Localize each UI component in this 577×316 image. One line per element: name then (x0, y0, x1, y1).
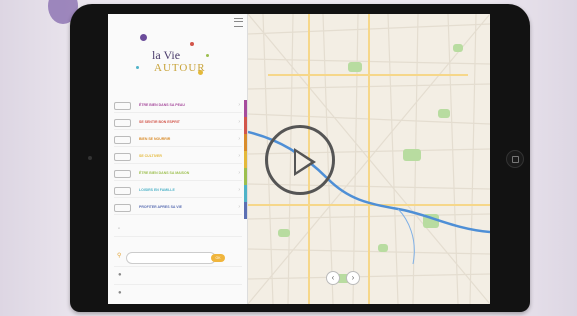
chevron-right-icon: › (238, 102, 240, 108)
home-button[interactable] (506, 150, 524, 168)
category-color-strip (244, 100, 247, 117)
info-icon[interactable]: ● (118, 290, 122, 296)
logo-dot (190, 42, 194, 46)
category-color-strip (244, 168, 247, 185)
chevron-right-icon: › (238, 119, 240, 125)
chevron-right-icon: › (238, 187, 240, 193)
divider (114, 163, 242, 164)
divider (114, 236, 242, 237)
item-icon (114, 153, 131, 161)
logo-dot (206, 54, 209, 57)
map-next-button[interactable]: › (346, 271, 360, 285)
sidebar-item-label: ÊTRE BIEN DANS SA MAISON (139, 171, 190, 175)
search-input[interactable]: OK (126, 252, 225, 264)
sidebar-item-label: SE SENTIR BON ESPRIT (139, 120, 180, 124)
search-icon: ⚲ (117, 253, 122, 259)
sidebar-item-label: BIEN SE NOURRIR (139, 137, 171, 141)
category-color-strip (244, 202, 247, 219)
chevron-right-icon: › (238, 170, 240, 176)
divider (114, 197, 242, 198)
home-icon (512, 156, 519, 163)
category-color-strip (244, 185, 247, 202)
category-color-strip (244, 134, 247, 151)
category-color-strip (244, 151, 247, 168)
sidebar-item-label: SE CULTIVER (139, 154, 162, 158)
video-play-button[interactable] (265, 125, 335, 195)
map-view[interactable]: ‹ › (248, 14, 490, 304)
logo-dot (140, 34, 147, 41)
item-icon (114, 119, 131, 127)
item-icon (114, 170, 131, 178)
play-icon (294, 148, 316, 176)
sidebar-item-label: LOISIRS EN FAMILLE (139, 188, 175, 192)
sidebar-item-label: PROFITER APRES SA VIE (139, 205, 182, 209)
category-color-strip (244, 117, 247, 134)
logo-subtitle: AUTOUR (154, 62, 206, 74)
logo-dot (136, 66, 139, 69)
map-prev-button[interactable]: ‹ (326, 271, 340, 285)
sidebar-item-nourrir[interactable]: BIEN SE NOURRIR › (114, 134, 242, 144)
sidebar-item-etre-bien[interactable]: ÊTRE BIEN DANS SA PEAU › (114, 100, 242, 110)
app-logo: la Vie AUTOUR (130, 28, 225, 88)
chevron-right-icon: › (238, 204, 240, 210)
tablet-frame: la Vie AUTOUR ÊTRE BIEN DANS SA PEAU › S… (70, 4, 530, 312)
sidebar-item-cultiver[interactable]: SE CULTIVER › (114, 151, 242, 161)
sidebar-item-loisirs[interactable]: LOISIRS EN FAMILLE › (114, 185, 242, 195)
pin-icon: ◦ (118, 226, 121, 232)
sidebar-item-label: ÊTRE BIEN DANS SA PEAU (139, 103, 185, 107)
item-icon (114, 187, 131, 195)
camera-icon (88, 156, 92, 160)
logo-title: la Vie (152, 48, 181, 62)
divider (114, 112, 242, 113)
menu-icon[interactable] (234, 18, 243, 27)
chevron-right-icon: › (238, 153, 240, 159)
search-button[interactable]: OK (211, 254, 225, 262)
divider (114, 214, 242, 215)
divider (114, 284, 242, 285)
divider (114, 266, 242, 267)
item-icon (114, 136, 131, 144)
tablet-screen: la Vie AUTOUR ÊTRE BIEN DANS SA PEAU › S… (108, 14, 490, 304)
gear-icon[interactable]: ● (118, 272, 122, 278)
sidebar: la Vie AUTOUR ÊTRE BIEN DANS SA PEAU › S… (108, 14, 248, 304)
item-icon (114, 204, 131, 212)
sidebar-item-bon-esprit[interactable]: SE SENTIR BON ESPRIT › (114, 117, 242, 127)
divider (114, 180, 242, 181)
divider (114, 146, 242, 147)
sidebar-item-maison[interactable]: ÊTRE BIEN DANS SA MAISON › (114, 168, 242, 178)
chevron-right-icon: › (238, 136, 240, 142)
divider (114, 129, 242, 130)
sidebar-item-profiter[interactable]: PROFITER APRES SA VIE › (114, 202, 242, 212)
item-icon (114, 102, 131, 110)
